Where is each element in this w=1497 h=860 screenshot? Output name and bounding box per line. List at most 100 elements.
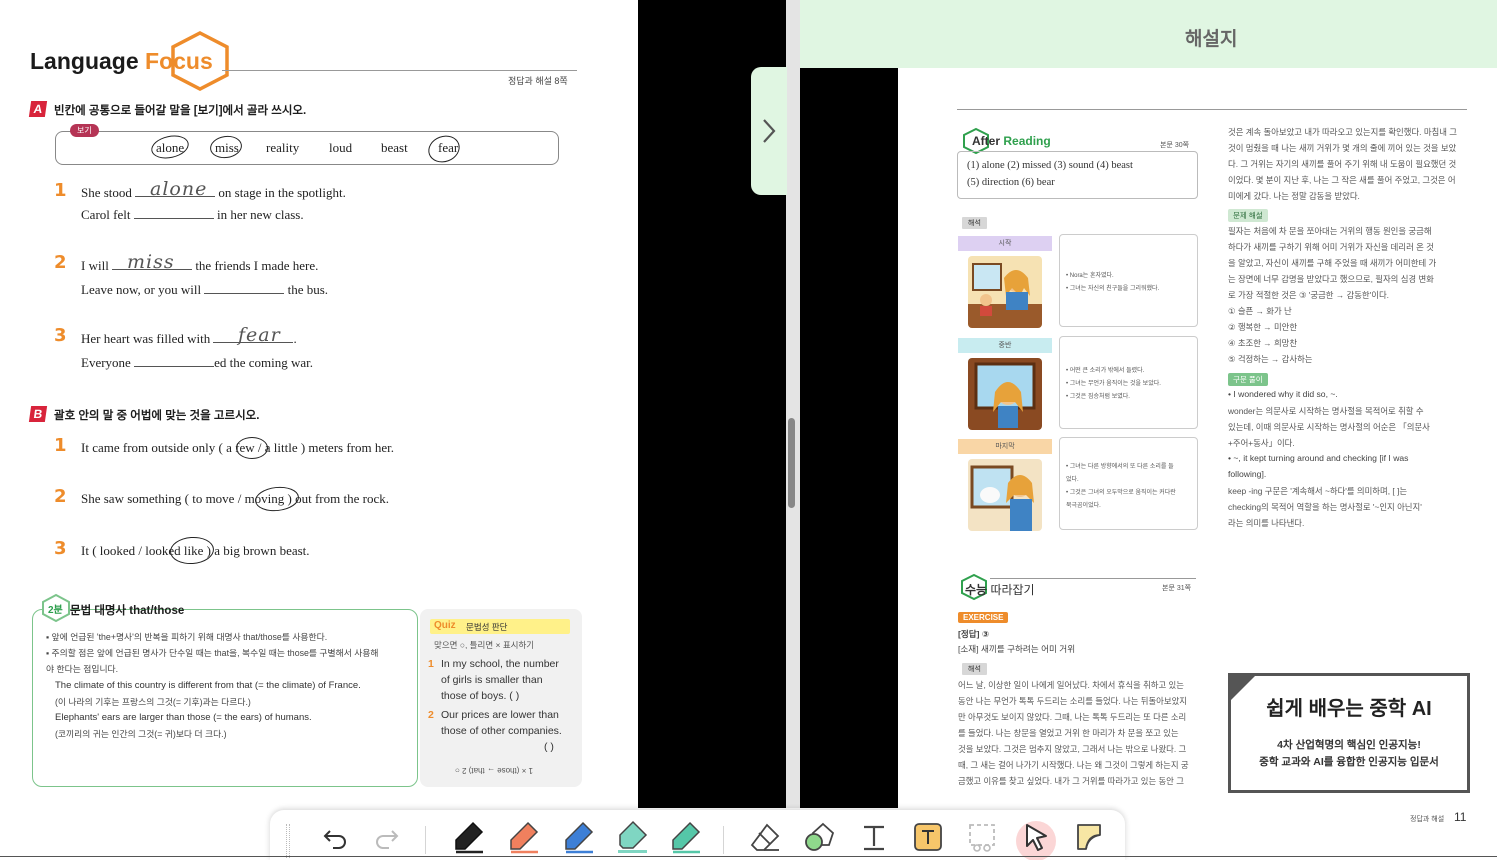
- word-bank-item: reality: [266, 140, 300, 155]
- suneung-page-ref: 본문 31쪽: [1162, 585, 1192, 592]
- word-bank-box: [55, 131, 559, 165]
- toolbar-separator: [425, 826, 426, 854]
- syntax-line: 있는데, 이때 의문사로 시작하는 명사절의 어순은 「의문사: [1228, 422, 1430, 432]
- eraser-button[interactable]: [746, 818, 784, 856]
- expand-panel-button[interactable]: [751, 67, 787, 195]
- stage-note-box: [1059, 437, 1198, 530]
- highlighter-teal-button[interactable]: [613, 818, 651, 856]
- pen-blue-button[interactable]: [560, 818, 598, 856]
- undo-icon: [323, 830, 346, 849]
- page-reference: 정답과 해설 8쪽: [508, 76, 568, 86]
- grammar-line: ▪ 주의할 점은 앞에 언급된 명사가 단수일 때는 that을, 복수일 때는…: [46, 648, 379, 658]
- ad-title: 쉽게 배우는 중학 AI: [1266, 698, 1432, 720]
- quiz-item-line: Our prices are lower than: [441, 709, 559, 721]
- translation-line: 미에게 갔다. 나는 정말 감동을 받았다.: [1228, 191, 1360, 201]
- syntax-tag: 구문 풀이: [1228, 373, 1268, 386]
- story-illustration-girl-at-desk: [968, 256, 1042, 328]
- pen-black-icon: [455, 821, 484, 854]
- syntax-line: • ~, it kept turning around and checking…: [1228, 453, 1409, 463]
- choice-line: ① 슬픈 → 화가 난: [1228, 306, 1292, 316]
- translation-tag: 해석: [962, 663, 987, 675]
- syntax-line: 라는 의미를 나타낸다.: [1228, 518, 1305, 528]
- question-line: Leave now, or you will the bus.: [81, 282, 329, 297]
- after-reading-page-ref: 본문 30쪽: [1160, 142, 1190, 149]
- empty-canvas-area: [800, 68, 898, 808]
- advertisement-box[interactable]: [1228, 673, 1470, 793]
- page-rule: [957, 109, 1467, 110]
- question-number: 1: [54, 435, 67, 456]
- footer-label: 정답과 해설: [1410, 816, 1445, 823]
- stage-note: • 그녀는 무언가 움직이는 것을 보았다.: [1066, 381, 1161, 387]
- grammar-example-translation: (코끼리의 귀는 인간의 그것(= 귀)보다 더 크다.): [55, 729, 227, 739]
- topic-line: [소재] 새끼를 구하려는 어미 거위: [958, 644, 1076, 654]
- stage-label: 중반: [958, 338, 1052, 353]
- pointer-button[interactable]: [1017, 818, 1055, 856]
- syntax-line: checking의 목적어 역할을 하는 명사절로 '~인지 아닌지': [1228, 502, 1422, 512]
- after-reading-answers: (5) direction (6) bear: [967, 177, 1055, 188]
- translation-line: 이었다. 몇 분이 지난 후, 나는 그 작은 새를 풀어 주었고, 그것은 어: [1228, 175, 1456, 185]
- handwritten-answer: fear: [238, 324, 281, 346]
- translation-line: 금했고 이유를 찾고 싶었다. 내가 그 거위를 따라가고 있는 동안 그: [958, 776, 1184, 786]
- undo-button[interactable]: [316, 818, 354, 856]
- translation-line: 어느 날, 이상한 일이 나에게 일어났다. 차에서 휴식을 취하고 있는: [958, 680, 1184, 690]
- grammar-line: 야 한다는 점입니다.: [46, 664, 119, 674]
- translation-tag: 해석: [962, 217, 987, 229]
- ad-subtitle: 4차 산업혁명의 핵심인 인공지능!: [1277, 739, 1421, 751]
- stage-note: • 그것은 그녀의 오두막으로 움직이는 커다란: [1066, 490, 1176, 496]
- pointer-icon: [1026, 824, 1047, 851]
- quiz-sublabel: 문법성 판단: [466, 622, 508, 632]
- word-bank-item: loud: [329, 140, 353, 155]
- quiz-item-number: 2: [428, 709, 434, 721]
- handwritten-answer: miss: [127, 251, 175, 273]
- explanation-line: 하다가 새끼를 구하기 위해 어미 거위가 자신을 데리러 온 것: [1228, 242, 1434, 252]
- quiz-label: Quiz: [434, 620, 456, 631]
- grammar-title: 문법 대명사 that/those: [70, 605, 185, 617]
- redo-button[interactable]: [368, 818, 406, 856]
- stage-note: • 그녀는 자신의 친구들을 그리워했다.: [1066, 286, 1160, 292]
- question-line: Carol felt in her new class.: [81, 207, 304, 222]
- syntax-line: keep -ing 구문은 '계속해서 ~하다'를 의미하며, [ ]는: [1228, 486, 1408, 496]
- answer-line: [정답] ③: [958, 629, 990, 639]
- stage-note-box: [1059, 234, 1198, 327]
- quiz-item-line: In my school, the number: [441, 658, 559, 670]
- explanation-line: 로 가장 적절한 것은 ③ '궁금한 → 감동한'이다.: [1228, 290, 1389, 300]
- handwritten-circle-mark: [236, 437, 268, 459]
- question-line: I will the friends I made here.: [81, 258, 319, 273]
- handwritten-answer: alone: [150, 178, 208, 200]
- pen-orange-icon: [510, 821, 539, 854]
- quiz-item-number: 1: [428, 658, 434, 670]
- pen-teal-button[interactable]: [667, 818, 705, 856]
- redo-icon: [376, 830, 399, 849]
- pen-black-button[interactable]: [450, 818, 488, 856]
- syntax-line: following].: [1228, 469, 1267, 479]
- shapes-button[interactable]: [800, 818, 838, 856]
- section-a-badge: A: [28, 101, 48, 117]
- choice-line: ② 행복한 → 미안한: [1228, 322, 1298, 332]
- translation-line: 동안 나는 무언가 톡톡 두드리는 소리를 들었다. 나는 뒤돌아보았지: [958, 696, 1187, 706]
- text-box-button[interactable]: [909, 818, 947, 856]
- stage-label: 마지막: [958, 439, 1052, 454]
- quiz-item-line: those of other companies.: [441, 725, 562, 737]
- story-illustration-girl-at-window: [968, 358, 1042, 430]
- answer-sheet-title: 해설지: [1185, 29, 1238, 50]
- lasso-select-button[interactable]: [963, 818, 1001, 856]
- splitter-handle[interactable]: [788, 418, 795, 508]
- question-number: 2: [54, 252, 67, 273]
- question-number: 1: [54, 180, 67, 201]
- eraser-icon: [750, 823, 780, 851]
- explanation-line: 을 알았고, 자신이 새끼를 구해 주었을 때 새끼가 어미한테 가: [1228, 258, 1437, 268]
- stage-note: 었다.: [1066, 477, 1079, 483]
- text-button[interactable]: [855, 818, 893, 856]
- grammar-example: Elephants' ears are larger than those (=…: [55, 712, 312, 723]
- syntax-line: • I wondered why it did so, ~.: [1228, 389, 1338, 399]
- syntax-line: +주어+동사」이다.: [1228, 438, 1295, 448]
- page-splitter[interactable]: [786, 0, 800, 808]
- sticky-note-button[interactable]: [1070, 818, 1108, 856]
- quiz-item-line: those of boys. ( ): [441, 690, 520, 702]
- toolbar-drag-handle[interactable]: [286, 824, 290, 858]
- grammar-example-translation: (이 나라의 기후는 프랑스의 그것(= 기후)과는 다르다.): [55, 697, 251, 707]
- pen-orange-button[interactable]: [505, 818, 543, 856]
- question-line: She saw something ( to move / moving ) o…: [81, 491, 389, 506]
- suneung-title: 수능 따라잡기: [965, 583, 1035, 597]
- quiz-hint: 맞으면 ○, 틀리면 × 표시하기: [434, 640, 535, 650]
